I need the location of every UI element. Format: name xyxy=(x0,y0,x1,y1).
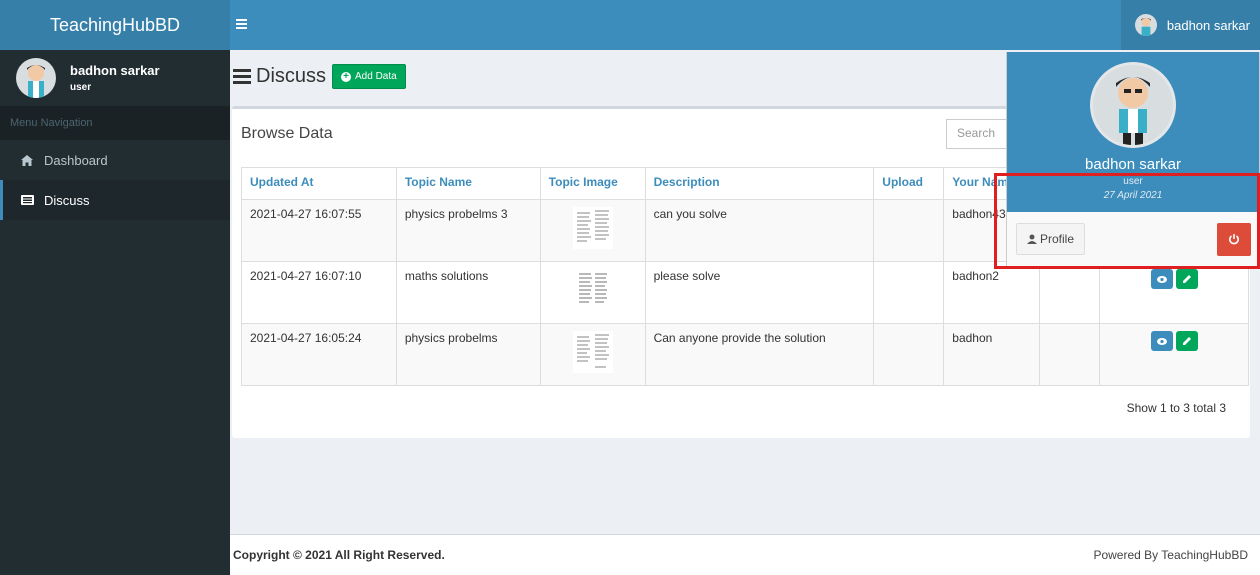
cell-upload xyxy=(873,261,945,324)
view-button[interactable] xyxy=(1150,269,1173,289)
col-description[interactable]: Description xyxy=(644,167,875,200)
col-updated-at[interactable]: Updated At xyxy=(241,167,397,200)
view-button[interactable] xyxy=(1150,331,1173,351)
user-panel: badhon sarkar user xyxy=(0,50,230,106)
avatar xyxy=(16,58,56,98)
col-topic-image[interactable]: Topic Image xyxy=(539,167,646,200)
cell-updated-at: 2021-04-27 16:07:10 xyxy=(241,261,397,324)
col-upload[interactable]: Upload xyxy=(873,167,945,200)
sidebar-user-name: badhon sarkar xyxy=(70,63,160,78)
top-user-name: badhon sarkar xyxy=(1166,17,1250,33)
dropdown-user-name: badhon sarkar xyxy=(1085,156,1181,173)
pagination-info: Show 1 to 3 total 3 xyxy=(1126,401,1226,415)
sidebar-toggle-icon[interactable] xyxy=(236,16,256,34)
plus-circle-icon: + xyxy=(341,71,352,82)
cell-actions xyxy=(1099,323,1249,386)
sidebar-user-role: user xyxy=(70,82,92,93)
edit-button[interactable] xyxy=(1175,269,1198,289)
avatar xyxy=(1090,62,1176,148)
eye-icon xyxy=(1156,337,1167,345)
sidebar-item-dashboard[interactable]: Dashboard xyxy=(0,140,230,180)
cell-extra xyxy=(1039,323,1101,386)
cell-updated-at: 2021-04-27 16:07:55 xyxy=(241,199,397,262)
table-row: 2021-04-27 16:07:10 maths solutions plea… xyxy=(241,261,1249,324)
avatar-icon xyxy=(27,65,45,98)
cell-topic-image xyxy=(539,199,646,262)
add-data-button[interactable]: + Add Data xyxy=(332,64,406,89)
cell-topic-image xyxy=(539,323,646,386)
cell-your-name: badhon xyxy=(943,323,1041,386)
cell-actions xyxy=(1099,261,1249,324)
topic-image-thumbnail[interactable] xyxy=(572,207,613,249)
cell-updated-at: 2021-04-27 16:05:24 xyxy=(241,323,397,386)
bars-icon xyxy=(233,69,251,84)
home-icon xyxy=(18,154,36,166)
topic-image-thumbnail[interactable] xyxy=(572,331,613,373)
pencil-icon xyxy=(1182,337,1191,345)
powered-by-text: Powered By TeachingHubBD xyxy=(1093,548,1248,562)
cell-your-name: badhon2 xyxy=(943,261,1041,324)
cell-topic-image xyxy=(539,261,646,324)
footer: Copyright © 2021 All Right Reserved. Pow… xyxy=(230,534,1260,575)
page-title: Discuss xyxy=(256,65,327,87)
topic-image-thumbnail[interactable] xyxy=(572,269,613,311)
cell-description: Can anyone provide the solution xyxy=(644,323,875,386)
cell-upload xyxy=(873,199,945,262)
menu-header: Menu Navigation xyxy=(0,106,230,140)
content-header: Discuss + Add Data xyxy=(233,64,406,89)
cell-extra xyxy=(1039,261,1101,324)
table-row: 2021-04-27 16:05:24 physics probelms Can… xyxy=(241,323,1249,386)
edit-button[interactable] xyxy=(1175,331,1198,351)
highlight-box xyxy=(994,173,1260,269)
add-data-label: Add Data xyxy=(355,71,397,82)
cell-topic: physics probelms xyxy=(395,323,541,386)
cell-upload xyxy=(873,323,945,386)
sidebar: TeachingHubBD badhon sarkar user Menu Na… xyxy=(0,0,230,575)
box-title: Browse Data xyxy=(241,125,333,142)
cell-topic: maths solutions xyxy=(395,261,541,324)
cell-description: please solve xyxy=(644,261,875,324)
pencil-icon xyxy=(1182,275,1191,283)
sidebar-item-label: Dashboard xyxy=(44,152,108,168)
list-alt-icon xyxy=(18,195,36,205)
cell-topic: physics probelms 3 xyxy=(395,199,541,262)
top-navbar: badhon sarkar xyxy=(230,0,1260,50)
brand-logo[interactable]: TeachingHubBD xyxy=(0,0,230,50)
eye-icon xyxy=(1156,275,1167,283)
copyright-text: Copyright © 2021 All Right Reserved. xyxy=(233,548,445,562)
sidebar-item-label: Discuss xyxy=(44,192,90,208)
sidebar-item-discuss[interactable]: Discuss xyxy=(0,180,230,220)
user-menu-toggle[interactable]: badhon sarkar xyxy=(1120,0,1260,50)
cell-description: can you solve xyxy=(644,199,875,262)
avatar xyxy=(1134,14,1157,36)
avatar-icon xyxy=(1116,77,1150,145)
col-topic-name[interactable]: Topic Name xyxy=(395,167,541,200)
